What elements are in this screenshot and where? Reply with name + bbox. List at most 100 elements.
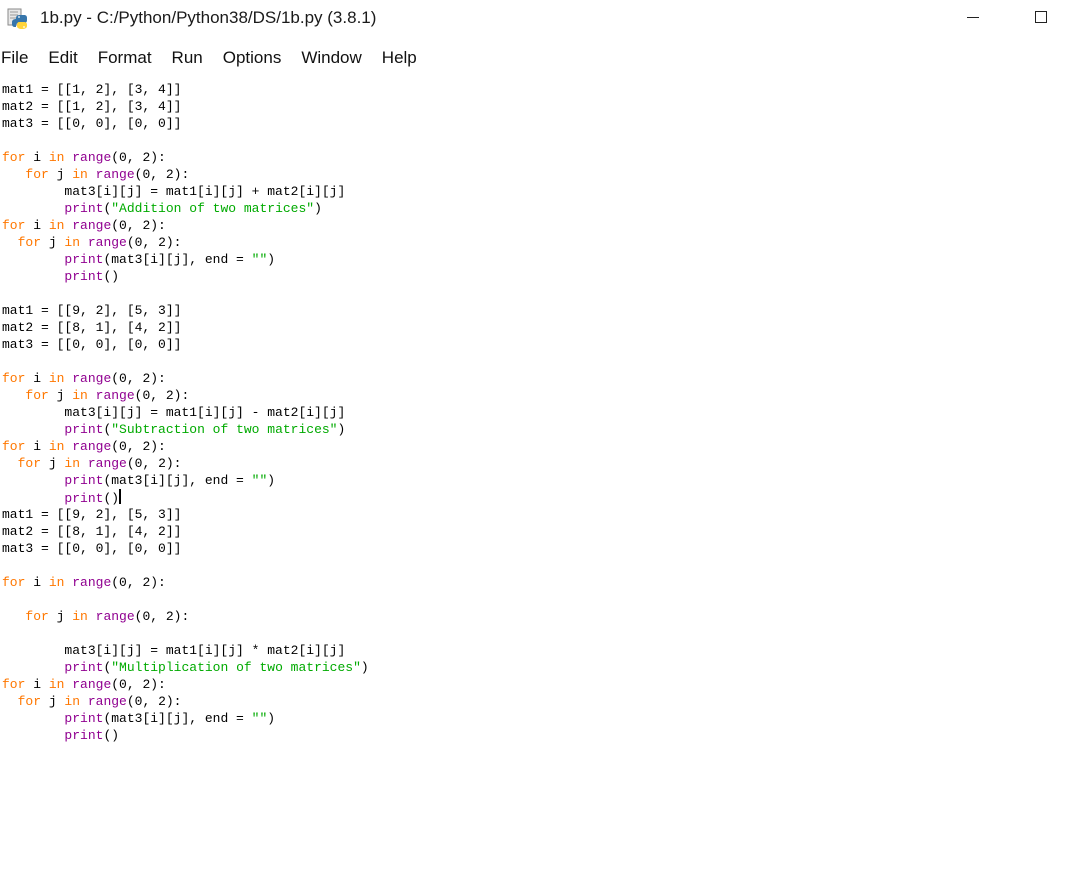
- code-token: mat2 = [[1, 2], [3, 4]]: [2, 99, 182, 114]
- code-token: (0, 2):: [111, 439, 166, 454]
- code-token: (0, 2):: [134, 609, 190, 624]
- title-bar[interactable]: 1b.py - C:/Python/Python38/DS/1b.py (3.8…: [0, 0, 1092, 38]
- code-line: for j in range(0, 2):: [2, 166, 369, 183]
- code-builtin: range: [72, 439, 112, 454]
- code-token: (0, 2):: [111, 371, 166, 386]
- code-token: (): [103, 269, 120, 284]
- code-keyword: for: [17, 694, 42, 709]
- menu-window[interactable]: Window: [300, 48, 361, 68]
- code-builtin: range: [87, 235, 127, 250]
- code-builtin: print: [64, 201, 104, 216]
- text-cursor: [119, 489, 122, 504]
- code-token: (0, 2):: [134, 167, 190, 182]
- code-line: mat3 = [[0, 0], [0, 0]]: [2, 336, 369, 353]
- code-token: j: [48, 388, 73, 403]
- menu-edit[interactable]: Edit: [47, 48, 77, 68]
- code-token: mat3 = [[0, 0], [0, 0]]: [2, 337, 182, 352]
- code-builtin: print: [64, 422, 104, 437]
- code-token: (mat3[i][j], end =: [103, 473, 252, 488]
- code-token: i: [25, 575, 49, 590]
- code-keyword: for: [25, 167, 49, 182]
- code-token: mat3[i][j] = mat1[i][j] - mat2[i][j]: [2, 405, 346, 420]
- code-builtin: range: [72, 150, 112, 165]
- code-builtin: range: [72, 371, 112, 386]
- code-token: mat3[i][j] = mat1[i][j] * mat2[i][j]: [2, 643, 346, 658]
- minimize-button[interactable]: [950, 0, 996, 34]
- code-token: ): [314, 201, 322, 216]
- code-line: mat3 = [[0, 0], [0, 0]]: [2, 540, 369, 557]
- menu-run[interactable]: Run: [171, 48, 203, 68]
- code-token: ): [267, 711, 276, 726]
- code-keyword: in: [48, 218, 65, 233]
- code-token: (0, 2):: [111, 150, 166, 165]
- code-token: (0, 2):: [111, 677, 166, 692]
- code-line: for i in range(0, 2):: [2, 574, 369, 591]
- code-line: for i in range(0, 2):: [2, 676, 369, 693]
- code-token: mat3[i][j] = mat1[i][j] + mat2[i][j]: [2, 184, 346, 199]
- menu-options[interactable]: Options: [222, 48, 282, 68]
- code-keyword: in: [48, 150, 65, 165]
- menu-help[interactable]: Help: [381, 48, 417, 68]
- code-line: mat1 = [[1, 2], [3, 4]]: [2, 81, 369, 98]
- code-line: print("Subtraction of two matrices"): [2, 421, 369, 438]
- code-token: j: [41, 694, 65, 709]
- maximize-button[interactable]: [1018, 0, 1064, 34]
- code-token: j: [41, 456, 65, 471]
- code-token: j: [48, 609, 73, 624]
- code-line: mat1 = [[9, 2], [5, 3]]: [2, 302, 369, 319]
- menu-format[interactable]: Format: [97, 48, 152, 68]
- code-token: mat1 = [[9, 2], [5, 3]]: [2, 507, 182, 522]
- code-keyword: for: [2, 575, 26, 590]
- code-builtin: range: [95, 388, 135, 403]
- code-line: for i in range(0, 2):: [2, 370, 369, 387]
- menu-bar: File Edit Format Run Options Window Help: [0, 44, 1092, 72]
- code-keyword: for: [17, 235, 42, 250]
- code-token: mat1 = [[1, 2], [3, 4]]: [2, 82, 182, 97]
- code-token: j: [48, 167, 73, 182]
- code-builtin: print: [64, 252, 104, 267]
- code-token: ): [267, 473, 276, 488]
- code-token: mat2 = [[8, 1], [4, 2]]: [2, 320, 182, 335]
- code-string: "Addition of two matrices": [111, 201, 315, 216]
- code-token: ): [267, 252, 276, 267]
- code-editor[interactable]: mat1 = [[1, 2], [3, 4]] mat2 = [[1, 2], […: [0, 78, 1092, 893]
- code-token: (0, 2):: [111, 575, 166, 590]
- code-line: mat3[i][j] = mat1[i][j] * mat2[i][j]: [2, 642, 369, 659]
- code-token: i: [25, 677, 49, 692]
- code-builtin: print: [64, 711, 104, 726]
- code-builtin: range: [95, 167, 135, 182]
- code-keyword: for: [17, 456, 42, 471]
- code-keyword: in: [48, 439, 65, 454]
- code-token: mat2 = [[8, 1], [4, 2]]: [2, 524, 182, 539]
- code-keyword: in: [72, 167, 88, 182]
- code-token: (): [103, 491, 120, 506]
- window-title: 1b.py - C:/Python/Python38/DS/1b.py (3.8…: [40, 8, 377, 27]
- code-line: for i in range(0, 2):: [2, 217, 369, 234]
- code-line: print(mat3[i][j], end = ""): [2, 710, 369, 727]
- code-string: "Multiplication of two matrices": [111, 660, 361, 675]
- code-line: for j in range(0, 2):: [2, 234, 369, 251]
- python-idle-icon: [7, 7, 29, 29]
- code-line: mat2 = [[8, 1], [4, 2]]: [2, 319, 369, 336]
- code-line: for i in range(0, 2):: [2, 149, 369, 166]
- code-string: "": [251, 473, 268, 488]
- code-line: for i in range(0, 2):: [2, 438, 369, 455]
- maximize-icon: [1035, 11, 1047, 23]
- code-token: (0, 2):: [126, 456, 182, 471]
- code-text-area[interactable]: mat1 = [[1, 2], [3, 4]] mat2 = [[1, 2], […: [2, 81, 369, 744]
- menu-file[interactable]: File: [0, 48, 28, 68]
